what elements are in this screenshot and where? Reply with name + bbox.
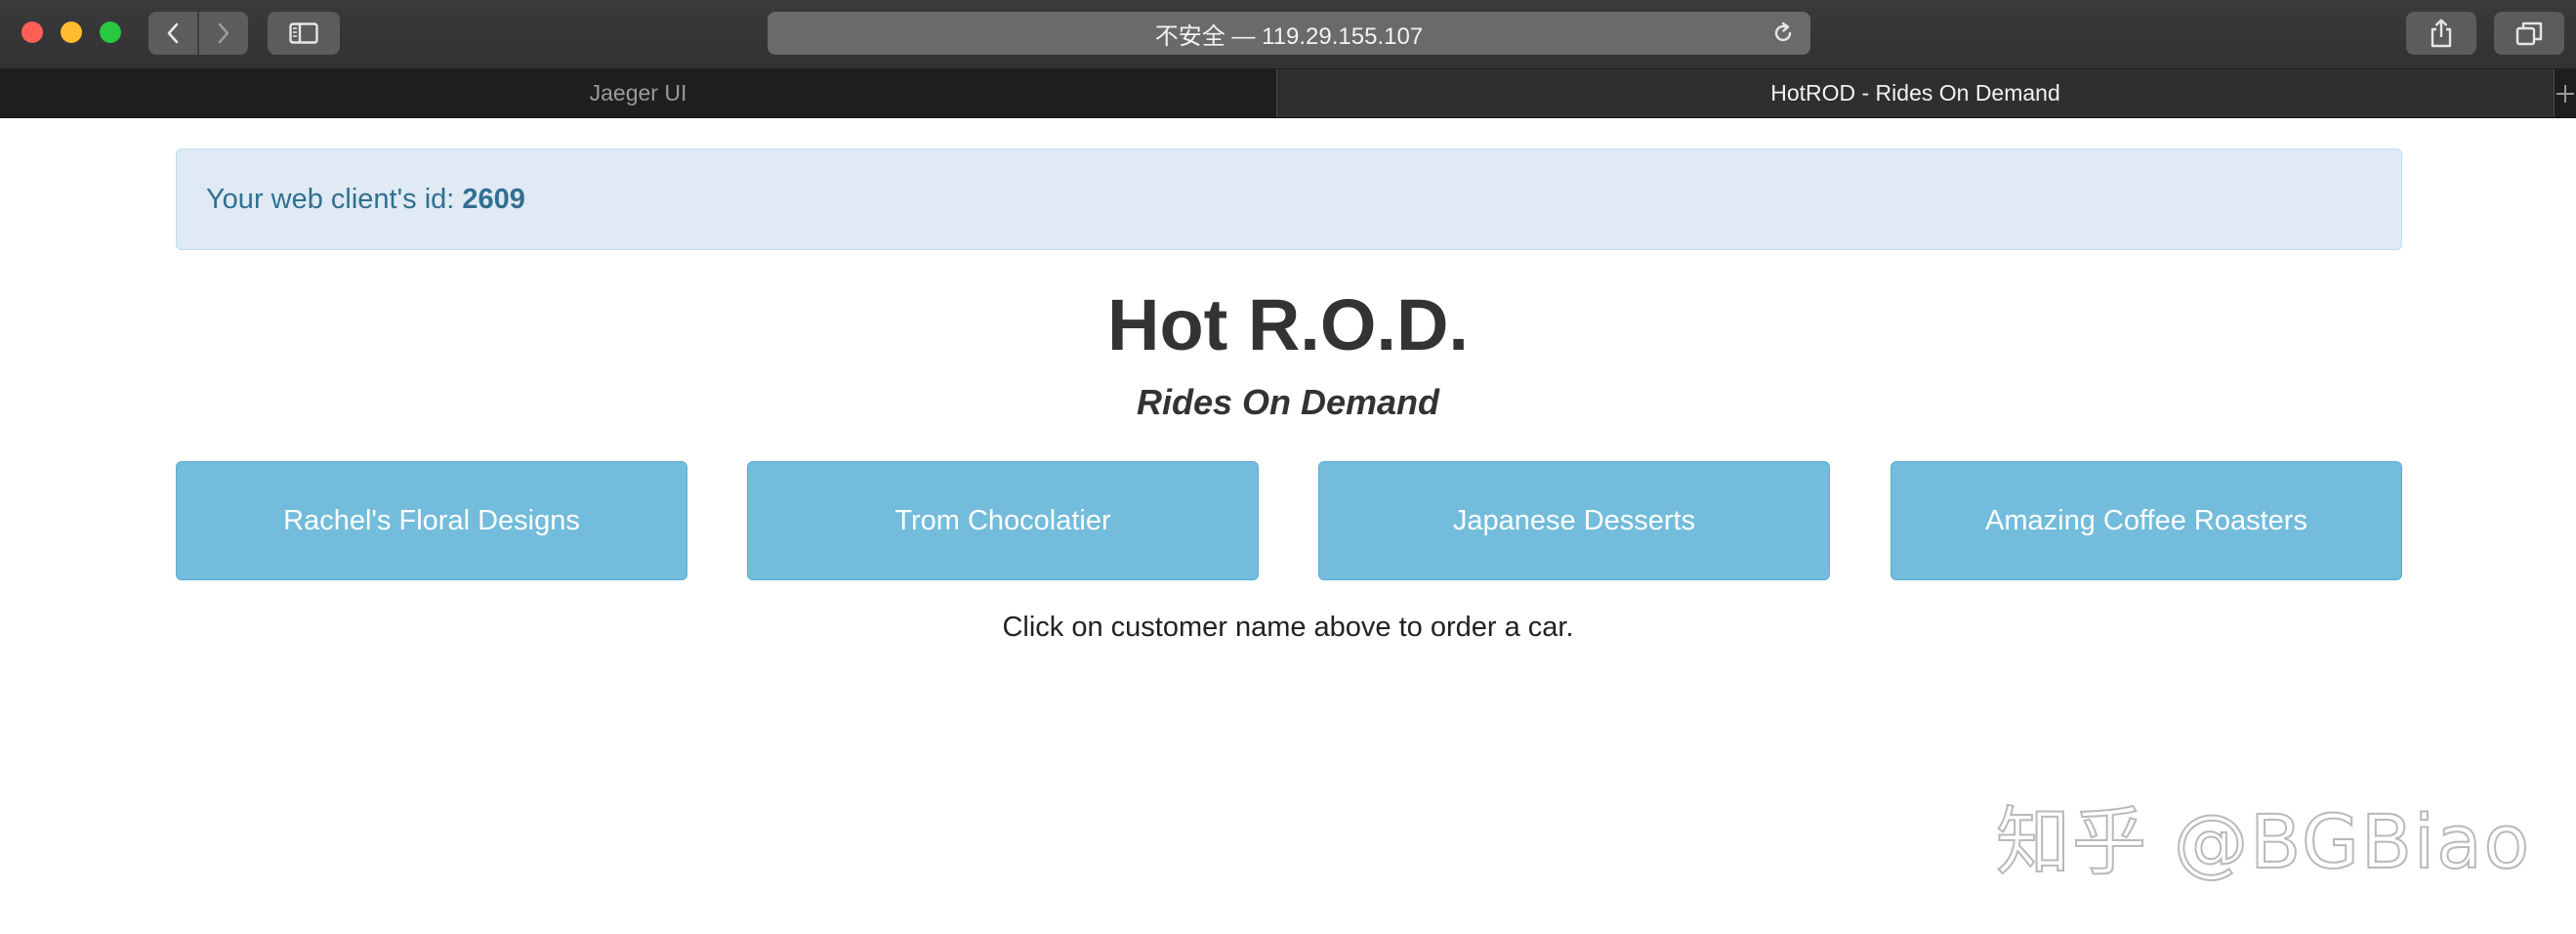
address-text: 不安全 — 119.29.155.107 <box>1154 22 1424 50</box>
show-all-tabs-button[interactable] <box>2494 12 2564 55</box>
client-id-alert: Your web client's id: 2609 <box>176 149 2402 250</box>
share-icon <box>2431 19 2452 48</box>
forward-button[interactable] <box>197 12 248 55</box>
order-hint-text: Click on customer name above to order a … <box>1002 612 1574 643</box>
chevron-right-icon <box>218 22 229 44</box>
close-window-button[interactable] <box>21 21 43 43</box>
tab-jaeger-ui[interactable]: Jaeger UI <box>0 69 1277 117</box>
page-title: Hot R.O.D. <box>1107 284 1469 365</box>
customer-buttons: Rachel's Floral Designs Trom Chocolatier… <box>176 461 2402 580</box>
share-button[interactable] <box>2406 12 2476 55</box>
navigation-buttons <box>148 12 248 55</box>
tab-bar: Jaeger UI HotROD - Rides On Demand <box>0 69 2576 118</box>
customer-button-trom-chocolatier[interactable]: Trom Chocolatier <box>747 461 1259 580</box>
sidebar-toggle-button[interactable] <box>268 12 340 55</box>
tab-hotrod[interactable]: HotROD - Rides On Demand <box>1277 69 2555 117</box>
tab-label: HotROD - Rides On Demand <box>1770 80 2060 106</box>
zoom-window-button[interactable] <box>100 21 121 43</box>
tabs-overview-icon <box>2515 21 2543 46</box>
plus-icon <box>2556 84 2574 103</box>
client-id-label: Your web client's id: <box>206 183 455 215</box>
back-button[interactable] <box>148 12 197 55</box>
reload-button[interactable] <box>1769 20 1797 47</box>
customer-button-japanese-desserts[interactable]: Japanese Desserts <box>1318 461 1830 580</box>
page-subtitle: Rides On Demand <box>1136 382 1440 422</box>
address-bar[interactable]: 不安全 — 119.29.155.107 <box>768 12 1810 55</box>
watermark: 知乎 @BGBiao <box>1995 797 2532 886</box>
new-tab-button[interactable] <box>2555 69 2576 117</box>
browser-toolbar: 不安全 — 119.29.155.107 <box>0 0 2576 69</box>
customer-button-rachels-floral-designs[interactable]: Rachel's Floral Designs <box>176 461 687 580</box>
tab-label: Jaeger UI <box>589 80 687 106</box>
customer-button-amazing-coffee-roasters[interactable]: Amazing Coffee Roasters <box>1890 461 2402 580</box>
chevron-left-icon <box>167 22 179 44</box>
sidebar-icon <box>289 22 318 44</box>
minimize-window-button[interactable] <box>61 21 82 43</box>
reload-icon <box>1774 21 1792 42</box>
client-id-value: 2609 <box>462 183 525 215</box>
